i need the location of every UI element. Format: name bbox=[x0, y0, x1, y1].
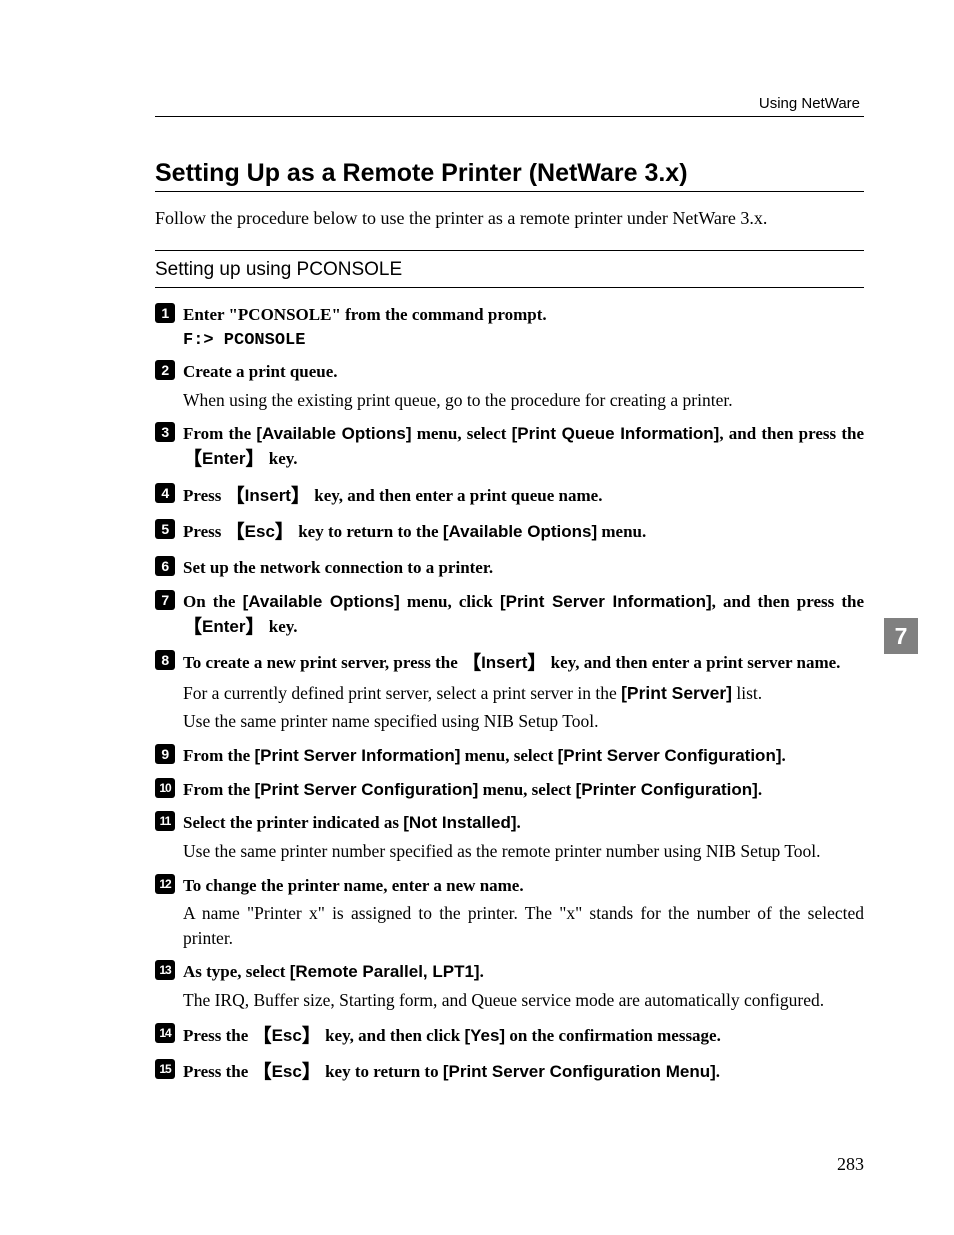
section-heading: Setting up using PCONSOLE bbox=[155, 251, 864, 287]
step-number-icon: 10 bbox=[155, 778, 175, 798]
step-body: When using the existing print queue, go … bbox=[183, 388, 864, 413]
step-number-icon: 6 bbox=[155, 556, 175, 576]
step-number-icon: 12 bbox=[155, 874, 175, 894]
page-title: Setting Up as a Remote Printer (NetWare … bbox=[155, 159, 864, 188]
step-number-icon: 8 bbox=[155, 650, 175, 670]
step-8: 8 To create a new print server, press th… bbox=[155, 650, 864, 734]
section-rule-bottom bbox=[155, 287, 864, 288]
running-header: Using NetWare bbox=[155, 95, 864, 112]
step-number-icon: 1 bbox=[155, 303, 175, 323]
step-text: To create a new print server, press the … bbox=[183, 650, 864, 677]
step-number-icon: 3 bbox=[155, 422, 175, 442]
step-text: Press 【Insert】 key, and then enter a pri… bbox=[183, 483, 864, 510]
step-text: Set up the network connection to a print… bbox=[183, 556, 864, 580]
chapter-tab: 7 bbox=[884, 618, 918, 654]
step-body: Use the same printer number specified as… bbox=[183, 839, 864, 864]
step-9: 9 From the [Print Server Information] me… bbox=[155, 744, 864, 768]
step-number-icon: 4 bbox=[155, 483, 175, 503]
header-rule bbox=[155, 116, 864, 117]
step-7: 7 On the [Available Options] menu, click… bbox=[155, 590, 864, 640]
step-text: Select the printer indicated as [Not Ins… bbox=[183, 811, 864, 835]
step-text: Press the 【Esc】 key to return to [Print … bbox=[183, 1059, 864, 1086]
step-1: 1 Enter "PCONSOLE" from the command prom… bbox=[155, 303, 864, 350]
title-rule bbox=[155, 191, 864, 192]
step-text: Enter "PCONSOLE" from the command prompt… bbox=[183, 303, 864, 327]
step-number-icon: 5 bbox=[155, 519, 175, 539]
step-number-icon: 9 bbox=[155, 744, 175, 764]
step-5: 5 Press 【Esc】 key to return to the [Avai… bbox=[155, 519, 864, 546]
step-text: As type, select [Remote Parallel, LPT1]. bbox=[183, 960, 864, 984]
step-number-icon: 15 bbox=[155, 1059, 175, 1079]
step-13: 13 As type, select [Remote Parallel, LPT… bbox=[155, 960, 864, 1012]
step-15: 15 Press the 【Esc】 key to return to [Pri… bbox=[155, 1059, 864, 1086]
step-text: Press the 【Esc】 key, and then click [Yes… bbox=[183, 1023, 864, 1050]
step-number-icon: 13 bbox=[155, 960, 175, 980]
step-body: For a currently defined print server, se… bbox=[183, 681, 864, 706]
step-body: Use the same printer name specified usin… bbox=[183, 709, 864, 734]
step-text: From the [Print Server Configuration] me… bbox=[183, 778, 864, 802]
document-page: Using NetWare Setting Up as a Remote Pri… bbox=[0, 0, 954, 1146]
step-text: From the [Available Options] menu, selec… bbox=[183, 422, 864, 472]
page-number: 283 bbox=[837, 1154, 864, 1175]
step-text: To change the printer name, enter a new … bbox=[183, 874, 864, 898]
step-2: 2 Create a print queue. When using the e… bbox=[155, 360, 864, 412]
step-11: 11 Select the printer indicated as [Not … bbox=[155, 811, 864, 863]
step-code: F:> PCONSOLE bbox=[183, 331, 864, 350]
step-4: 4 Press 【Insert】 key, and then enter a p… bbox=[155, 483, 864, 510]
step-text: From the [Print Server Information] menu… bbox=[183, 744, 864, 768]
step-body: The IRQ, Buffer size, Starting form, and… bbox=[183, 988, 864, 1013]
step-number-icon: 14 bbox=[155, 1023, 175, 1043]
step-text: Create a print queue. bbox=[183, 360, 864, 384]
step-12: 12 To change the printer name, enter a n… bbox=[155, 874, 864, 951]
step-14: 14 Press the 【Esc】 key, and then click [… bbox=[155, 1023, 864, 1050]
step-text: On the [Available Options] menu, click [… bbox=[183, 590, 864, 640]
step-10: 10 From the [Print Server Configuration]… bbox=[155, 778, 864, 802]
step-3: 3 From the [Available Options] menu, sel… bbox=[155, 422, 864, 472]
step-body: A name "Printer x" is assigned to the pr… bbox=[183, 901, 864, 950]
step-number-icon: 2 bbox=[155, 360, 175, 380]
step-6: 6 Set up the network connection to a pri… bbox=[155, 556, 864, 580]
step-number-icon: 7 bbox=[155, 590, 175, 610]
step-list: 1 Enter "PCONSOLE" from the command prom… bbox=[155, 303, 864, 1086]
intro-text: Follow the procedure below to use the pr… bbox=[155, 206, 864, 230]
step-text: Press 【Esc】 key to return to the [Availa… bbox=[183, 519, 864, 546]
step-number-icon: 11 bbox=[155, 811, 175, 831]
